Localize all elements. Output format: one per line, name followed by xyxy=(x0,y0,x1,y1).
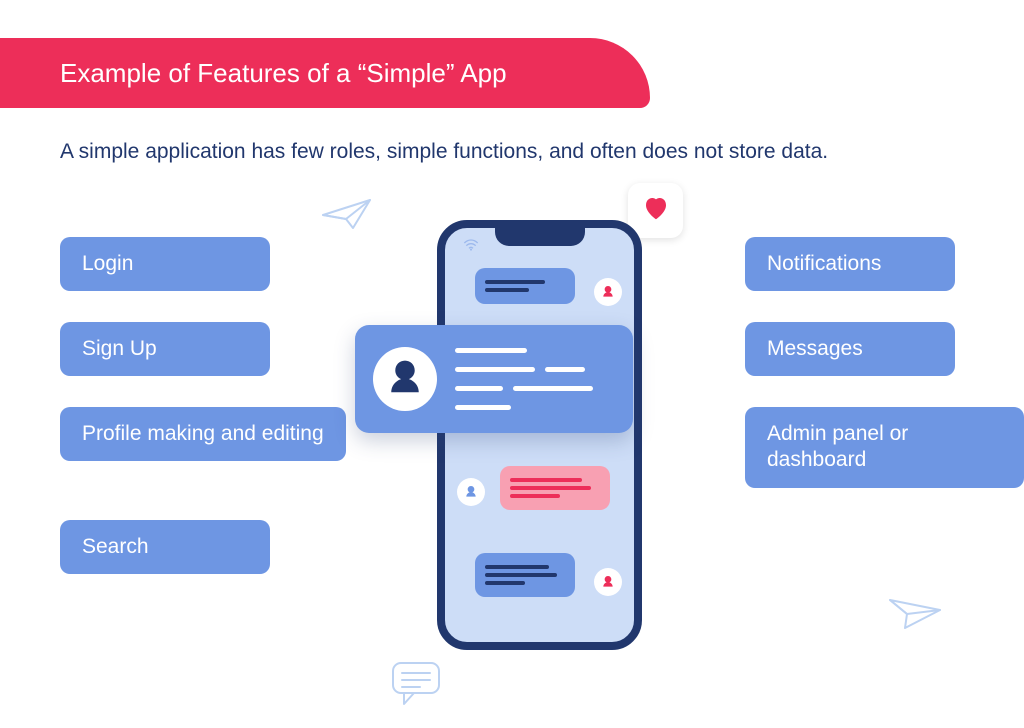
avatar-icon xyxy=(457,478,485,506)
feature-label: Admin panel or dashboard xyxy=(767,422,908,471)
feature-pill-search: Search xyxy=(60,520,270,574)
feature-label: Sign Up xyxy=(82,337,157,360)
paper-plane-icon xyxy=(885,592,943,632)
avatar-icon xyxy=(594,568,622,596)
feature-pill-login: Login xyxy=(60,237,270,291)
heart-badge xyxy=(628,183,683,238)
feature-pill-notifications: Notifications xyxy=(745,237,955,291)
feature-pill-messages: Messages xyxy=(745,322,955,376)
avatar-icon xyxy=(594,278,622,306)
subtitle: A simple application has few roles, simp… xyxy=(60,140,984,164)
feature-pill-profile: Profile making and editing xyxy=(60,407,346,461)
heart-icon xyxy=(641,193,671,228)
page-title: Example of Features of a “Simple” App xyxy=(60,58,507,89)
chat-bubble-icon xyxy=(390,660,448,713)
feature-label: Search xyxy=(82,535,149,558)
feature-pill-admin: Admin panel or dashboard xyxy=(745,407,1024,488)
chat-bubble xyxy=(500,466,610,510)
phone-notch xyxy=(495,226,585,246)
wifi-icon xyxy=(463,238,479,256)
title-banner: Example of Features of a “Simple” App xyxy=(0,38,650,108)
subtitle-row: A simple application has few roles, simp… xyxy=(60,140,984,164)
avatar-icon xyxy=(373,347,437,411)
paper-plane-icon xyxy=(320,195,378,233)
feature-label: Profile making and editing xyxy=(82,422,324,445)
phone-illustration xyxy=(437,220,642,650)
chat-bubble xyxy=(475,268,575,304)
chat-bubble xyxy=(475,553,575,597)
feature-label: Notifications xyxy=(767,252,881,275)
feature-pill-signup: Sign Up xyxy=(60,322,270,376)
feature-label: Login xyxy=(82,252,133,275)
feature-label: Messages xyxy=(767,337,863,360)
chat-card xyxy=(355,325,633,433)
chat-card-lines xyxy=(455,341,615,417)
